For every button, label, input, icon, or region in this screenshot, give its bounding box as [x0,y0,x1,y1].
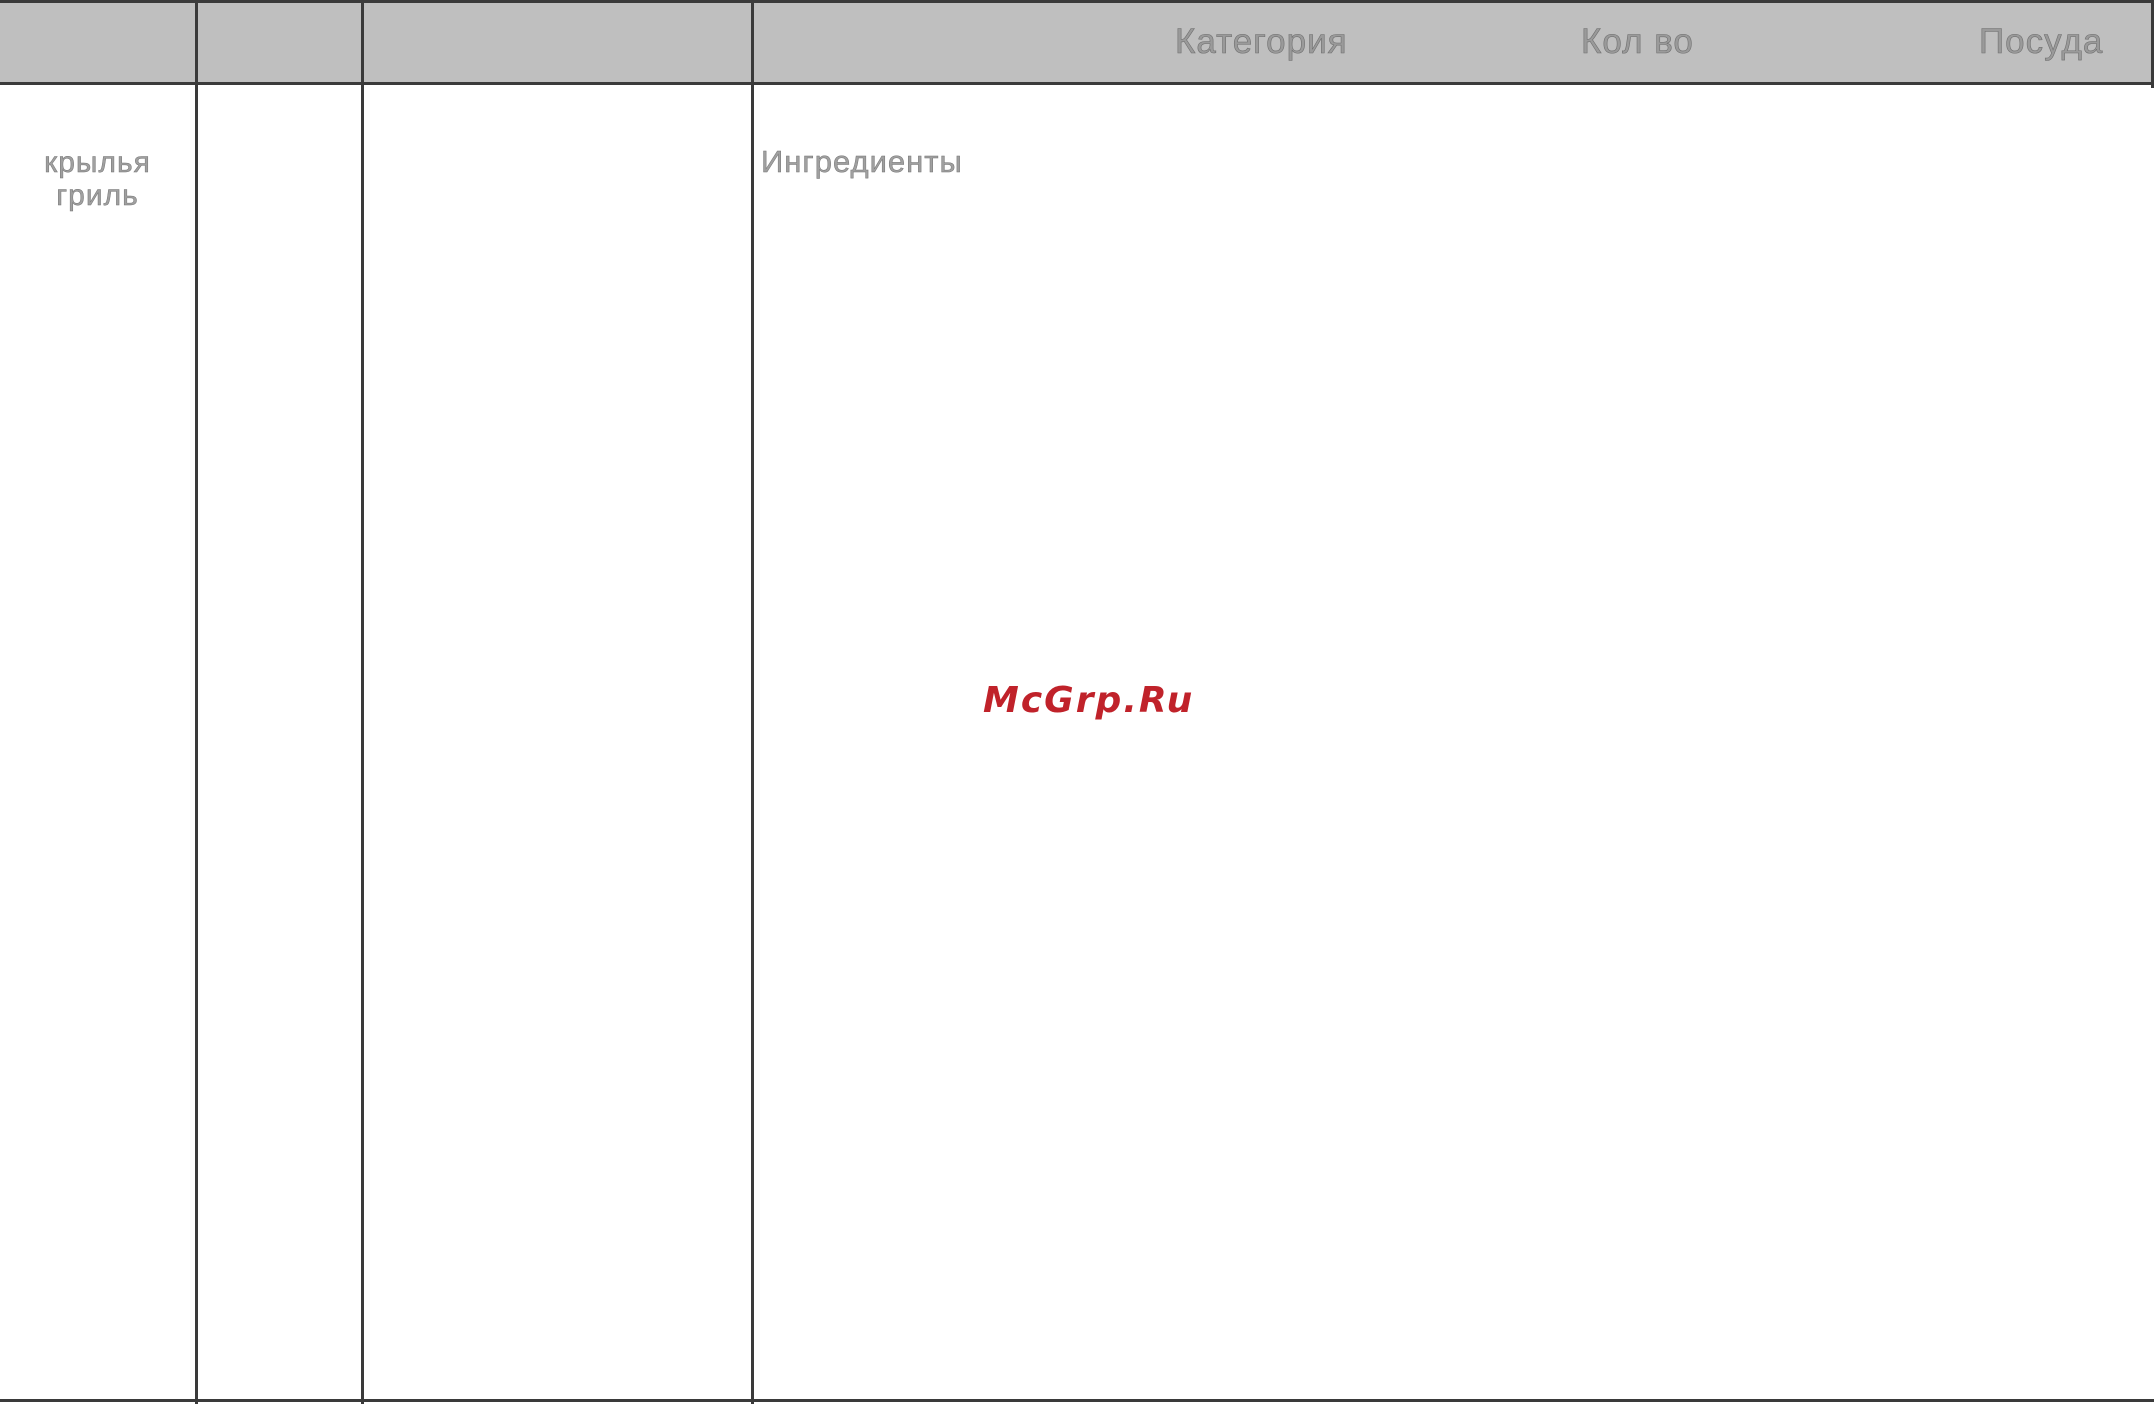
watermark-logo: McGrp.Ru [983,680,1195,721]
column-divider-3 [751,0,754,1404]
dish-name-cell: крылья гриль [0,146,195,213]
table-bottom-border [0,1399,2154,1402]
recipe-table-page: Категория Кол во Посуда крылья гриль Инг… [0,0,2154,1404]
dish-name-line-2: гриль [56,179,139,213]
header-category: Категория [1175,22,1348,62]
header-quantity: Кол во [1581,22,1694,62]
table-header-band [0,0,2151,85]
ingredients-label: Ингредиенты [761,144,963,179]
header-dishware: Посуда [1979,22,2104,62]
column-divider-1 [195,0,198,1404]
dish-name-line-1: крылья [44,146,151,180]
column-divider-2 [361,0,364,1404]
